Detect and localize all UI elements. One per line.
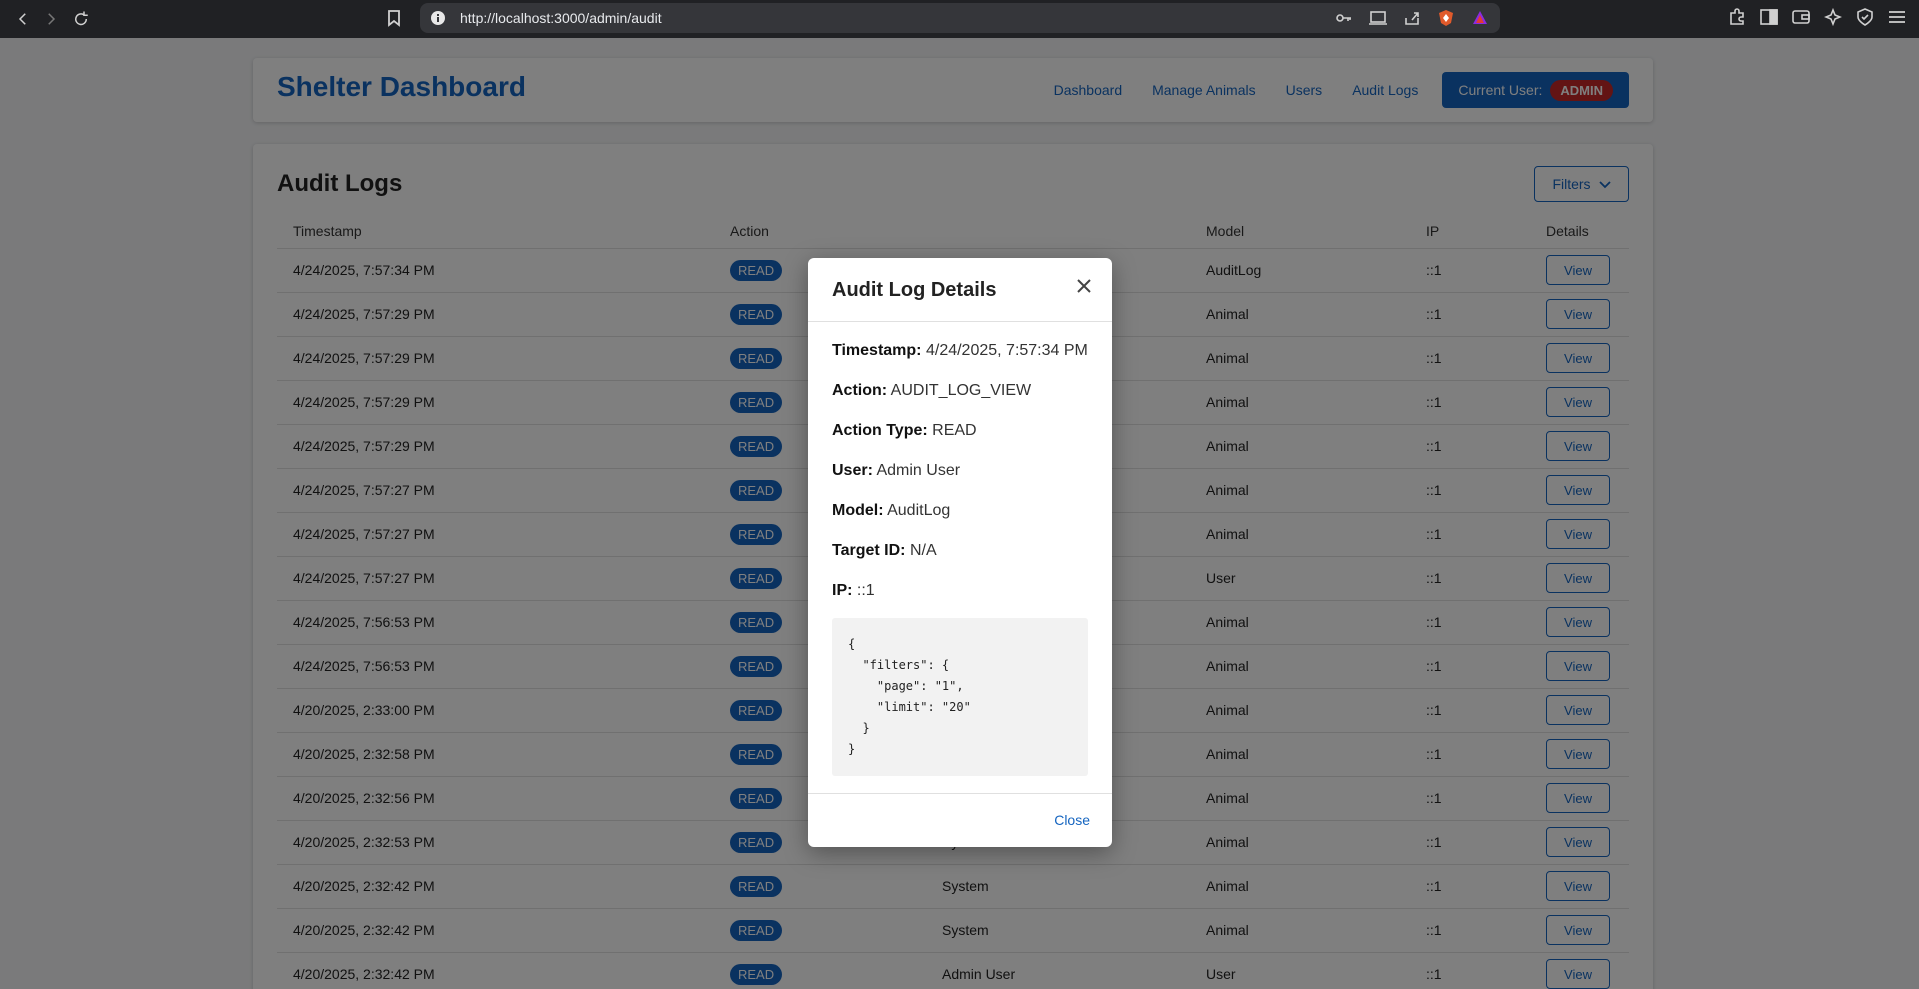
detail-model: Model: AuditLog bbox=[832, 502, 951, 519]
reload-icon[interactable] bbox=[66, 4, 96, 34]
leo-ai-icon[interactable] bbox=[1823, 7, 1843, 27]
detail-ip: IP: ::1 bbox=[832, 582, 875, 599]
url-text: http://localhost:3000/admin/audit bbox=[460, 10, 662, 26]
detail-user: User: Admin User bbox=[832, 462, 961, 479]
modal-footer: Close bbox=[808, 793, 1112, 847]
cast-icon[interactable] bbox=[1368, 8, 1388, 28]
modal-header: Audit Log Details bbox=[808, 258, 1112, 322]
brave-shield-icon[interactable] bbox=[1436, 8, 1456, 28]
detail-timestamp: Timestamp: 4/24/2025, 7:57:34 PM bbox=[832, 342, 1088, 359]
details-json: { "filters": { "page": "1", "limit": "20… bbox=[832, 618, 1088, 776]
menu-icon[interactable] bbox=[1887, 7, 1907, 27]
back-icon[interactable] bbox=[8, 4, 38, 34]
close-icon[interactable] bbox=[1074, 276, 1094, 296]
browser-toolbar: http://localhost:3000/admin/audit bbox=[0, 0, 1919, 38]
sidebar-icon[interactable] bbox=[1759, 7, 1779, 27]
audit-log-details-modal: Audit Log Details Timestamp: 4/24/2025, … bbox=[808, 258, 1112, 847]
detail-target-id: Target ID: N/A bbox=[832, 542, 937, 559]
detail-action: Action: AUDIT_LOG_VIEW bbox=[832, 382, 1032, 399]
key-icon[interactable] bbox=[1334, 8, 1354, 28]
close-button[interactable]: Close bbox=[1054, 812, 1090, 828]
modal-title: Audit Log Details bbox=[832, 279, 997, 301]
address-bar[interactable]: http://localhost:3000/admin/audit bbox=[420, 3, 1500, 33]
extensions-icon[interactable] bbox=[1727, 7, 1747, 27]
bookmark-icon[interactable] bbox=[386, 9, 402, 32]
brave-rewards-icon[interactable] bbox=[1470, 8, 1490, 28]
vpn-shield-icon[interactable] bbox=[1855, 7, 1875, 27]
forward-icon[interactable] bbox=[36, 4, 66, 34]
wallet-icon[interactable] bbox=[1791, 7, 1811, 27]
site-info-icon[interactable] bbox=[430, 10, 446, 26]
modal-backdrop[interactable]: Audit Log Details Timestamp: 4/24/2025, … bbox=[0, 38, 1919, 989]
detail-action-type: Action Type: READ bbox=[832, 422, 977, 439]
share-icon[interactable] bbox=[1402, 8, 1422, 28]
